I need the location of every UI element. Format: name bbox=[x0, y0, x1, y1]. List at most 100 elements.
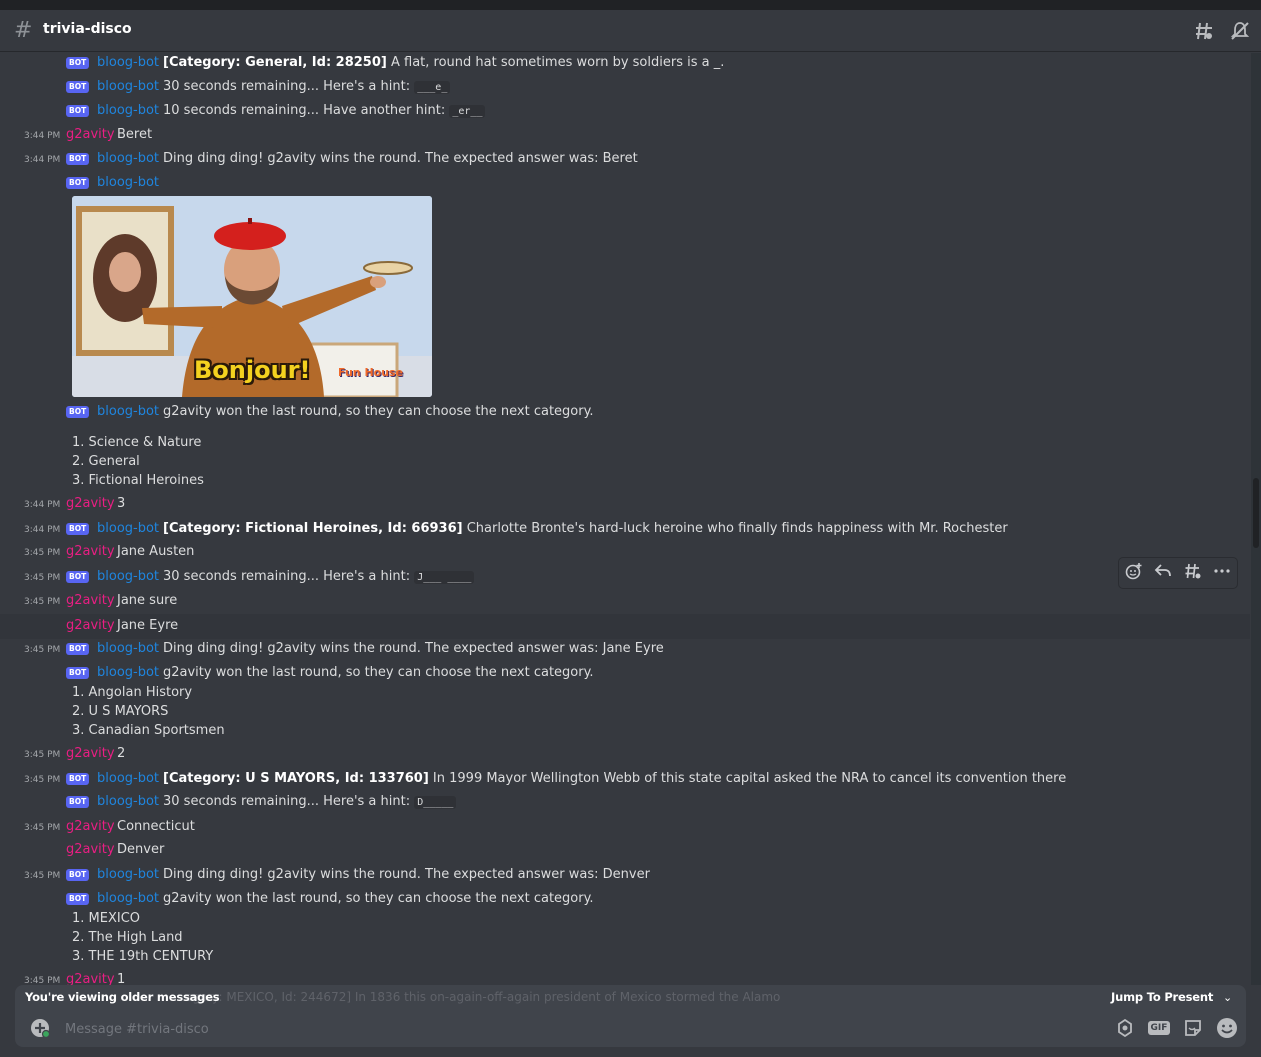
hint-code: D_____ bbox=[414, 796, 457, 809]
window-top-strip bbox=[0, 0, 1261, 10]
hash-icon: # bbox=[14, 18, 33, 43]
message-scrollbar[interactable] bbox=[1251, 53, 1261, 985]
mute-icon[interactable] bbox=[1228, 19, 1252, 43]
bot-username[interactable]: bloog-bot bbox=[97, 891, 159, 906]
message-content: [Category: U S MAYORS, Id: 133760] In 19… bbox=[163, 771, 1066, 786]
category-header: [Category: General, Id: 28250] bbox=[163, 55, 387, 70]
message: 3:45 PM g2avity Connecticut bbox=[0, 817, 1250, 839]
message: 3:45 PM BOT bloog-bot Ding ding ding! g2… bbox=[0, 865, 1250, 887]
category-option: 2. General bbox=[72, 454, 140, 469]
bot-username[interactable]: bloog-bot bbox=[97, 641, 159, 656]
chat-app: # trivia-disco BOT bloog-bot [Category: … bbox=[0, 10, 1261, 1057]
timestamp[interactable]: 3:44 PM bbox=[24, 500, 60, 510]
bot-username[interactable]: bloog-bot bbox=[97, 55, 159, 70]
user-username[interactable]: g2avity bbox=[66, 972, 115, 985]
timestamp[interactable]: 3:45 PM bbox=[24, 976, 60, 985]
bot-tag: BOT bbox=[66, 57, 90, 69]
jump-to-present-button[interactable]: Jump To Present ⌄ bbox=[1111, 990, 1232, 1004]
nitro-icon[interactable] bbox=[1114, 1017, 1136, 1039]
message-content: Ding ding ding! g2avity wins the round. … bbox=[163, 641, 664, 656]
user-username[interactable]: g2avity bbox=[66, 819, 115, 834]
message-content: Ding ding ding! g2avity wins the round. … bbox=[163, 867, 650, 882]
timestamp[interactable]: 3:45 PM bbox=[24, 823, 60, 833]
message-composer: GIF bbox=[15, 1010, 1246, 1047]
message: 3:44 PM BOT bloog-bot [Category: Fiction… bbox=[0, 519, 1250, 541]
timestamp[interactable]: 3:44 PM bbox=[24, 131, 60, 141]
message-content: 10 seconds remaining... Have another hin… bbox=[163, 103, 486, 118]
timestamp[interactable]: 3:45 PM bbox=[24, 548, 60, 558]
category-option: 1. Science & Nature bbox=[72, 435, 202, 450]
bot-username[interactable]: bloog-bot bbox=[97, 404, 159, 419]
category-header: [Category: Fictional Heroines, Id: 66936… bbox=[163, 521, 463, 536]
timestamp[interactable]: 3:44 PM bbox=[24, 525, 60, 535]
message: g2avity Denver bbox=[0, 840, 1250, 862]
hint-text: 30 seconds remaining... Here's a hint: bbox=[163, 79, 411, 94]
message-content: g2avity won the last round, so they can … bbox=[163, 891, 594, 906]
category-option: 3. Canadian Sportsmen bbox=[72, 723, 225, 738]
user-username[interactable]: g2avity bbox=[66, 593, 115, 608]
emoji-icon[interactable] bbox=[1216, 1017, 1238, 1039]
message: 3:44 PM BOT bloog-bot Ding ding ding! g2… bbox=[0, 149, 1250, 171]
message-content: Connecticut bbox=[117, 819, 195, 834]
message-hovered[interactable]: g2avity Jane Eyre bbox=[0, 614, 1250, 639]
message: BOT bloog-bot g2avity won the last round… bbox=[0, 663, 1250, 685]
bot-username[interactable]: bloog-bot bbox=[97, 771, 159, 786]
timestamp[interactable]: 3:45 PM bbox=[24, 750, 60, 760]
user-username[interactable]: g2avity bbox=[66, 544, 115, 559]
gif-watermark: Fun House bbox=[338, 366, 404, 379]
message-content: Jane Eyre bbox=[117, 618, 179, 633]
timestamp[interactable]: 3:45 PM bbox=[24, 597, 60, 607]
user-username[interactable]: g2avity bbox=[66, 746, 115, 761]
bot-username[interactable]: bloog-bot bbox=[97, 151, 159, 166]
message-content: 2 bbox=[117, 746, 126, 761]
user-username[interactable]: g2avity bbox=[66, 127, 115, 142]
bot-username[interactable]: bloog-bot bbox=[97, 794, 159, 809]
gif-icon[interactable]: GIF bbox=[1147, 1017, 1171, 1039]
message: 3:45 PM g2avity Jane Austen bbox=[0, 542, 1250, 564]
timestamp[interactable]: 3:45 PM bbox=[24, 871, 60, 881]
message: BOT bloog-bot [Category: General, Id: 28… bbox=[0, 53, 1250, 75]
message: 3:45 PM g2avity 2 bbox=[0, 744, 1250, 766]
gif-embed[interactable]: Bonjour! Fun House bbox=[72, 196, 432, 397]
hint-text: 30 seconds remaining... Here's a hint: bbox=[163, 569, 411, 584]
question-text: Charlotte Bronte's hard-luck heroine who… bbox=[466, 521, 1008, 536]
message-input[interactable] bbox=[65, 1019, 1065, 1039]
timestamp[interactable]: 3:45 PM bbox=[24, 573, 60, 583]
user-username[interactable]: g2avity bbox=[66, 496, 115, 511]
reply-icon[interactable] bbox=[1154, 562, 1172, 584]
scrollbar-thumb[interactable] bbox=[1253, 478, 1259, 548]
timestamp[interactable]: 3:45 PM bbox=[24, 645, 60, 655]
message-content: 30 seconds remaining... Here's a hint: D… bbox=[163, 794, 457, 809]
user-username[interactable]: g2avity bbox=[66, 842, 115, 857]
bot-username[interactable]: bloog-bot bbox=[97, 665, 159, 680]
timestamp[interactable]: 3:44 PM bbox=[24, 155, 60, 165]
bot-username[interactable]: bloog-bot bbox=[97, 867, 159, 882]
bot-username[interactable]: bloog-bot bbox=[97, 103, 159, 118]
message: 3:45 PM g2avity 1 bbox=[0, 970, 1250, 985]
message-content: Jane sure bbox=[117, 593, 178, 608]
threads-icon[interactable] bbox=[1192, 19, 1216, 43]
bot-username[interactable]: bloog-bot bbox=[97, 175, 159, 190]
hint-text: 10 seconds remaining... Have another hin… bbox=[163, 103, 446, 118]
message-content: 3 bbox=[117, 496, 126, 511]
user-username[interactable]: g2avity bbox=[66, 618, 115, 633]
message-action-bar bbox=[1119, 558, 1237, 588]
add-attachment-icon[interactable] bbox=[29, 1017, 51, 1039]
add-reaction-icon[interactable] bbox=[1125, 562, 1143, 584]
bot-tag: BOT bbox=[66, 893, 90, 905]
hint-code: ___e_ bbox=[414, 81, 451, 94]
bot-username[interactable]: bloog-bot bbox=[97, 79, 159, 94]
timestamp[interactable]: 3:45 PM bbox=[24, 775, 60, 785]
message: BOT bloog-bot g2avity won the last round… bbox=[0, 402, 1250, 424]
message: 3:45 PM BOT bloog-bot Ding ding ding! g2… bbox=[0, 639, 1250, 661]
bot-tag: BOT bbox=[66, 773, 90, 785]
bot-username[interactable]: bloog-bot bbox=[97, 521, 159, 536]
sticker-icon[interactable] bbox=[1182, 1017, 1204, 1039]
hint-text: 30 seconds remaining... Here's a hint: bbox=[163, 794, 411, 809]
bot-tag: BOT bbox=[66, 81, 90, 93]
category-header: [Category: U S MAYORS, Id: 133760] bbox=[163, 771, 429, 786]
create-thread-icon[interactable] bbox=[1184, 562, 1202, 584]
more-icon[interactable] bbox=[1213, 562, 1231, 584]
message-list[interactable]: BOT bloog-bot [Category: General, Id: 28… bbox=[0, 53, 1250, 985]
bot-username[interactable]: bloog-bot bbox=[97, 569, 159, 584]
